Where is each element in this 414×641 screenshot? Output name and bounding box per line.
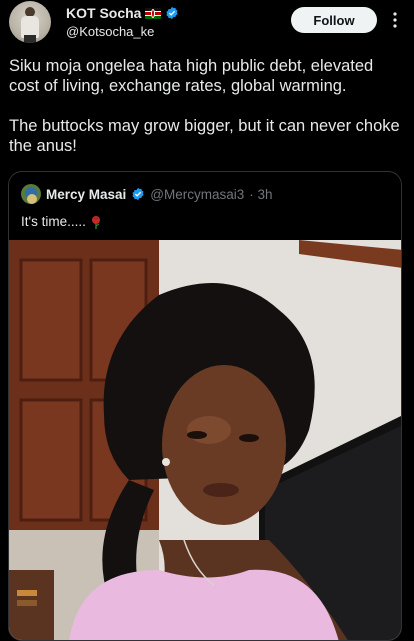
quoted-tweet-card[interactable]: Mercy Masai @Mercymasai3 · 3h It's time.… [8,171,402,641]
more-options-icon[interactable] [389,10,401,30]
tweet-paragraph: The buttocks may grow bigger, but it can… [9,117,400,155]
author-handle[interactable]: @Kotsocha_ke [66,24,154,39]
quoted-header: Mercy Masai @Mercymasai3 · 3h [21,184,273,204]
tweet-header: KOT Socha @Kotsocha_ke Follow [0,0,414,52]
avatar-figure-legs [24,35,36,43]
quoted-author-avatar[interactable] [21,184,41,204]
kenya-flag-icon [145,7,162,19]
tweet-paragraph: Siku moja ongelea hata high public debt,… [9,57,374,95]
author-name-row: KOT Socha [66,5,179,21]
author-display-name[interactable]: KOT Socha [66,5,141,21]
verified-badge-icon [132,187,144,201]
quoted-timestamp[interactable]: · 3h [249,187,272,202]
rose-icon [91,215,100,229]
quoted-handle[interactable]: @Mercymasai3 [150,187,244,202]
quoted-text: It's time..... [21,214,86,229]
quoted-display-name[interactable]: Mercy Masai [46,187,126,202]
tweet-body: Siku moja ongelea hata high public debt,… [9,56,405,156]
follow-button[interactable]: Follow [291,7,377,33]
author-avatar[interactable] [9,1,51,43]
quoted-text-row: It's time..... [21,214,102,229]
selfie-photo[interactable] [9,240,402,641]
verified-badge-icon [166,6,179,20]
